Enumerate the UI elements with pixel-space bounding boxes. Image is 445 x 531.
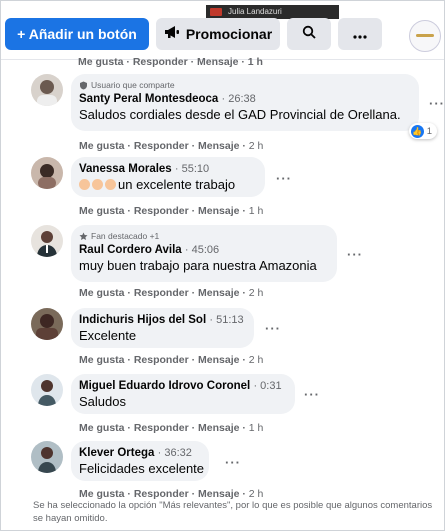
camera-icon: [210, 8, 222, 16]
comment-bubble: Usuario que comparte Santy Peral Montesd…: [71, 74, 437, 139]
comment-options-button[interactable]: ···: [347, 247, 363, 262]
clap-emoji-icon: [105, 179, 116, 190]
comment-timestamp: · 36:32: [157, 447, 192, 459]
avatar[interactable]: [31, 441, 63, 473]
comment-actions-text: Me gusta · Responder · Mensaje ·: [79, 205, 246, 217]
author-name-text: Miguel Eduardo Idrovo Coronel: [79, 380, 251, 392]
star-icon: [79, 232, 88, 240]
author-name-text: Klever Ortega: [79, 447, 155, 459]
comment-text: un excelente trabajo: [118, 177, 236, 192]
comment-text: Felicidades excelente: [79, 461, 205, 476]
avatar[interactable]: [31, 157, 63, 189]
comment-timestamp-text: 26:38: [228, 93, 256, 105]
promote-button-label: Promocionar: [185, 26, 273, 42]
comment-age: 2 h: [248, 287, 264, 299]
video-label-text: Julia Landazuri: [228, 7, 282, 16]
comment-actions[interactable]: Me gusta · Responder · Mensaje · 1 h: [79, 422, 263, 434]
comment-actions-text: Me gusta · Responder · Mensaje ·: [79, 422, 246, 434]
comment-timestamp: · 55:10: [174, 163, 210, 175]
more-button[interactable]: [338, 18, 382, 50]
comment-bubble: Indichuris Hijos del Sol · 51:13 Excelen…: [71, 308, 254, 348]
comment-options-button[interactable]: ···: [304, 387, 320, 402]
search-icon: [302, 18, 316, 50]
shield-icon: [80, 81, 87, 89]
comment-actions[interactable]: Me gusta · Responder · Mensaje · 1 h: [79, 205, 263, 217]
avatar[interactable]: [31, 308, 63, 340]
reaction-count[interactable]: 👍 1: [408, 123, 437, 139]
comment-bubble: Fan destacado +1 Raul Cordero Avila · 45…: [71, 225, 337, 282]
author-badge: Fan destacado +1: [79, 231, 327, 241]
comment-age: 2 h: [248, 354, 264, 366]
comment-text: Excelente: [79, 328, 137, 343]
clap-emoji-icon: [92, 179, 103, 190]
comment-options-button[interactable]: ···: [225, 455, 241, 470]
comment-options-button[interactable]: ···: [276, 171, 292, 186]
comment-age: 1 h: [248, 422, 264, 434]
comment-timestamp-text: 36:32: [164, 447, 192, 459]
comment-actions[interactable]: Me gusta · Responder · Mensaje · 2 h: [79, 354, 263, 366]
comment-timestamp-text: 0:31: [260, 380, 282, 392]
comment-actions-text: Me gusta · Responder · Mensaje ·: [79, 354, 246, 366]
reaction-count-value: 1: [426, 125, 432, 137]
comment-timestamp: · 0:31: [253, 380, 282, 392]
author-name-text: Santy Peral Montesdeoca: [79, 93, 219, 105]
author-name-text: Raul Cordero Avila: [79, 244, 182, 256]
author-name-text: Vanessa Morales: [79, 163, 172, 175]
comment-text-row: un excelente trabajo: [79, 177, 255, 192]
like-icon: 👍: [410, 124, 424, 138]
page-logo[interactable]: [409, 20, 441, 52]
page-toolbar: Julia Landazuri + Añadir un botón Promoc…: [1, 1, 444, 60]
comment-options-button[interactable]: ···: [265, 321, 281, 336]
avatar[interactable]: [31, 225, 63, 257]
comment-text: Saludos cordiales desde el GAD Provincia…: [79, 107, 401, 122]
comment-actions-text: Me gusta · Responder · Mensaje ·: [79, 287, 246, 299]
comment-timestamp-text: 55:10: [181, 163, 210, 175]
author-name-text: Indichuris Hijos del Sol: [79, 314, 207, 326]
author-name[interactable]: Raul Cordero Avila · 45:06: [79, 244, 327, 256]
comment-age: 1 h: [248, 205, 264, 217]
comment-timestamp: · 51:13: [209, 314, 244, 326]
avatar[interactable]: [31, 374, 63, 406]
author-name[interactable]: Santy Peral Montesdeoca · 26:38: [79, 93, 409, 105]
author-badge-text: Usuario que comparte: [91, 80, 175, 90]
comment-bubble: Vanessa Morales · 55:10 un excelente tra…: [71, 157, 265, 197]
add-button-label: + Añadir un botón: [17, 26, 137, 42]
comment-actions-text: Me gusta · Responder · Mensaje ·: [79, 140, 246, 152]
avatar[interactable]: [31, 74, 63, 106]
comment-actions[interactable]: Me gusta · Responder · Mensaje · 2 h: [79, 287, 263, 299]
comment-timestamp-text: 51:13: [216, 314, 244, 326]
megaphone-icon: [164, 18, 180, 50]
relevance-note: Se ha seleccionado la opción "Más releva…: [33, 500, 433, 524]
author-badge: Usuario que comparte: [79, 80, 409, 90]
comment-options-button[interactable]: ···: [429, 96, 444, 111]
comment-age: 2 h: [248, 140, 264, 152]
comment-timestamp: · 45:06: [184, 244, 220, 256]
author-name[interactable]: Klever Ortega · 36:32: [79, 447, 199, 459]
comment-text: muy buen trabajo para nuestra Amazonia: [79, 258, 317, 273]
comment-text: Saludos: [79, 394, 126, 409]
search-button[interactable]: [287, 18, 331, 50]
promote-button[interactable]: Promocionar: [156, 18, 280, 50]
comment-actions-partial[interactable]: Me gusta · Responder · Mensaje · 1 h: [78, 56, 263, 68]
comment-actions[interactable]: Me gusta · Responder · Mensaje · 2 h: [79, 140, 263, 152]
comment-timestamp-text: 45:06: [191, 244, 220, 256]
comment-timestamp: · 26:38: [221, 93, 256, 105]
add-button[interactable]: + Añadir un botón: [5, 18, 149, 50]
video-label: Julia Landazuri: [206, 5, 339, 19]
comment-bubble: Klever Ortega · 36:32 Felicidades excele…: [71, 441, 209, 481]
author-badge-text: Fan destacado +1: [91, 231, 160, 241]
author-name[interactable]: Miguel Eduardo Idrovo Coronel · 0:31: [79, 380, 285, 392]
comments-panel: Julia Landazuri + Añadir un botón Promoc…: [0, 0, 445, 531]
clap-emoji-icon: [79, 179, 90, 190]
author-name[interactable]: Vanessa Morales · 55:10: [79, 163, 255, 175]
more-icon: [353, 18, 367, 50]
author-name[interactable]: Indichuris Hijos del Sol · 51:13: [79, 314, 244, 326]
comment-bubble: Miguel Eduardo Idrovo Coronel · 0:31 Sal…: [71, 374, 295, 414]
